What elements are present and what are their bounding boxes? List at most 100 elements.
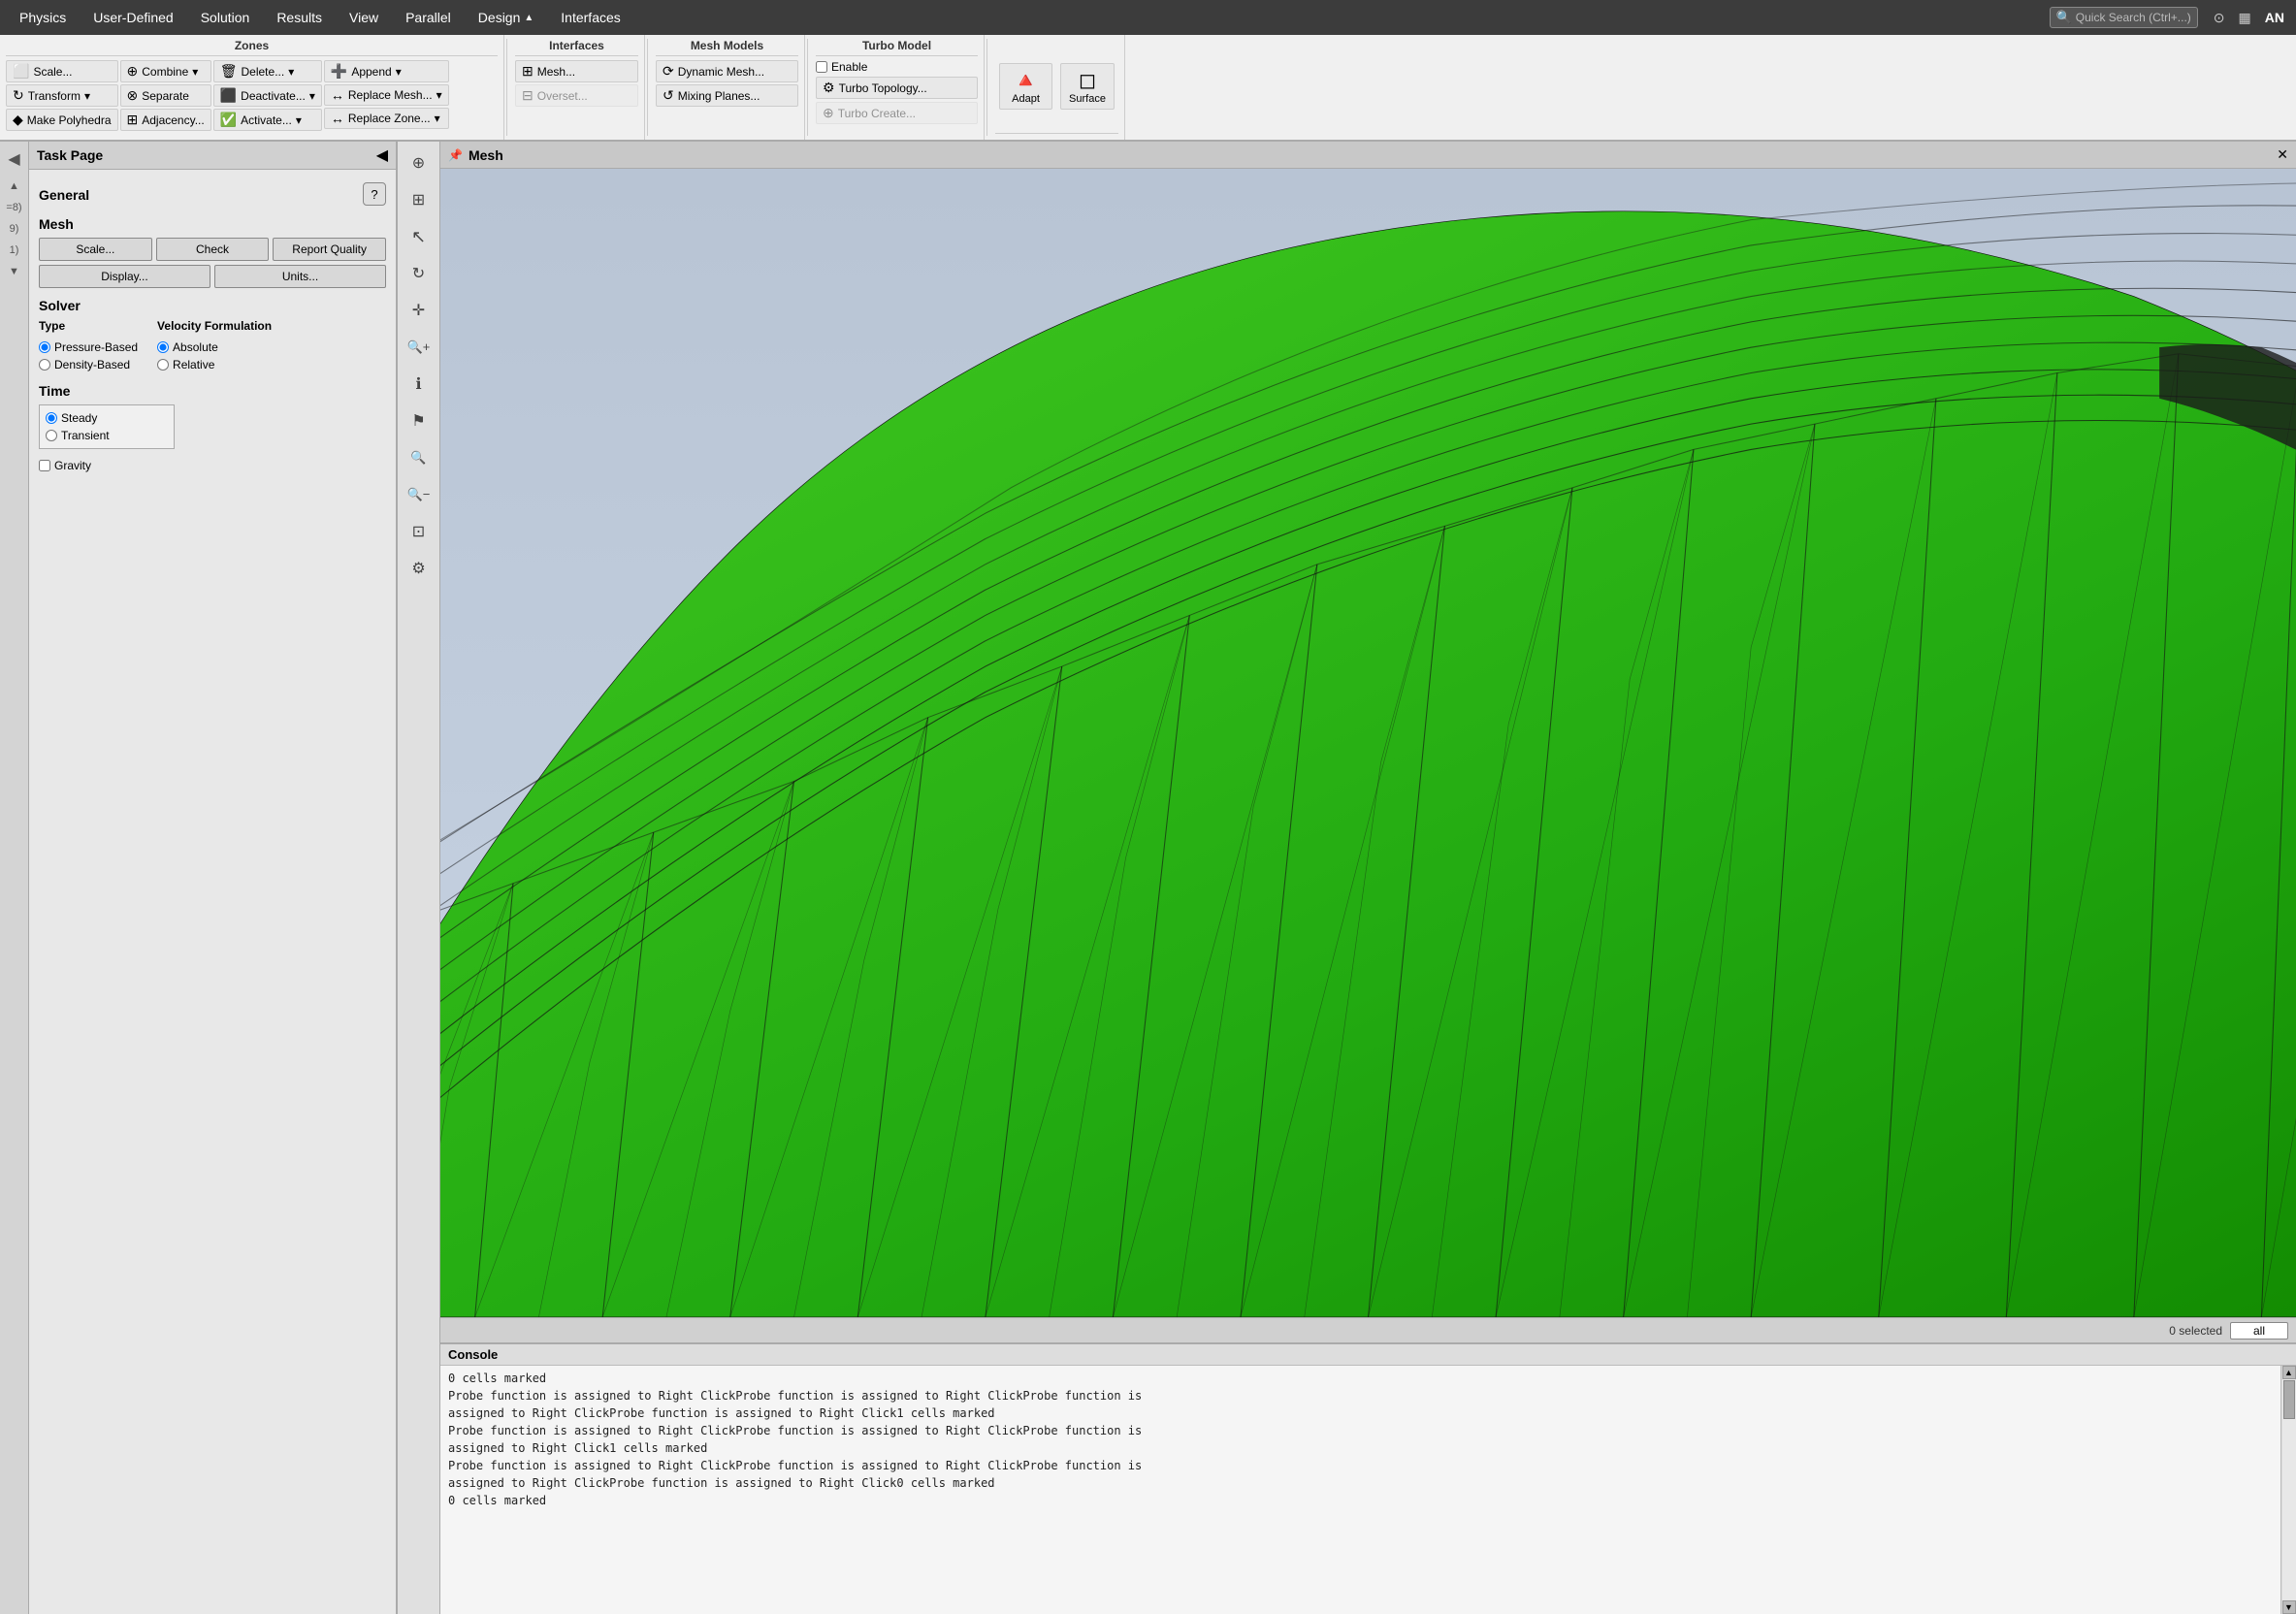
report-quality-button[interactable]: Report Quality <box>273 238 386 261</box>
absolute-option[interactable]: Absolute <box>157 340 272 354</box>
separate-button[interactable]: ⊗ Separate <box>120 84 211 107</box>
scale-button[interactable]: ⬜ Scale... <box>6 60 118 82</box>
menu-parallel[interactable]: Parallel <box>394 6 463 29</box>
console-scroll-up[interactable]: ▲ <box>2282 1366 2296 1379</box>
console-scroll-down[interactable]: ▼ <box>2282 1600 2296 1614</box>
units-button[interactable]: Units... <box>214 265 386 288</box>
turbo-topology-button[interactable]: ⚙ Turbo Topology... <box>816 77 978 99</box>
absolute-radio[interactable] <box>157 341 169 353</box>
ribbon-group-interfaces: Interfaces ⊞ Mesh... ⊟ Overset... <box>509 35 645 140</box>
fit-toolbar-btn[interactable]: 🔍 <box>402 440 437 475</box>
general-title: General <box>39 187 89 203</box>
task-panel-close-arrow[interactable]: ◀ <box>376 145 388 165</box>
transform-arrow: ▾ <box>84 89 90 103</box>
turbo-enable-label[interactable]: Enable <box>816 60 978 74</box>
rotate-toolbar-btn[interactable]: ↻ <box>402 256 437 291</box>
scroll-up-btn[interactable]: ▲ <box>9 180 19 192</box>
zoom-in-toolbar-btn[interactable]: 🔍+ <box>402 330 437 365</box>
type-label: Type <box>39 319 138 333</box>
select-toolbar-btn[interactable]: ↖ <box>402 219 437 254</box>
mixing-planes-button[interactable]: ↺ Mixing Planes... <box>656 84 798 107</box>
relative-radio[interactable] <box>157 359 169 371</box>
console-body[interactable]: 0 cells marked Probe function is assigne… <box>440 1366 2280 1614</box>
dynamic-mesh-button[interactable]: ⟳ Dynamic Mesh... <box>656 60 798 82</box>
menu-design[interactable]: Design ▲ <box>467 6 546 29</box>
menu-results[interactable]: Results <box>265 6 334 29</box>
menu-interfaces[interactable]: Interfaces <box>549 6 631 29</box>
zoom-box-toolbar-btn[interactable]: ⊡ <box>402 514 437 549</box>
fit-toolbar-icon: 🔍 <box>410 450 426 466</box>
pressure-based-option[interactable]: Pressure-Based <box>39 340 138 354</box>
combine-button[interactable]: ⊕ Combine ▾ <box>120 60 211 82</box>
mesh-toolbar-icon: ⊞ <box>412 190 425 210</box>
steady-option[interactable]: Steady <box>46 411 168 425</box>
polyhedra-icon: ◆ <box>13 112 23 128</box>
gravity-checkbox[interactable] <box>39 460 50 471</box>
zoom-out-toolbar-btn[interactable]: 🔍− <box>402 477 437 512</box>
zones-toolbar-btn[interactable]: ⊕ <box>402 145 437 180</box>
replace-zone-button[interactable]: ↔ Replace Zone... ▾ <box>324 108 449 129</box>
zones-col2: ⊕ Combine ▾ ⊗ Separate ⊞ Adjacency... <box>120 60 211 131</box>
console-scrollbar: ▲ ▼ <box>2280 1366 2296 1614</box>
top-collapse-arrow[interactable]: ◀ <box>8 149 19 169</box>
mesh-buttons-row1: Scale... Check Report Quality <box>39 238 386 261</box>
relative-option[interactable]: Relative <box>157 358 272 371</box>
transient-option[interactable]: Transient <box>46 429 168 442</box>
help-button[interactable]: ? <box>363 182 386 206</box>
console-line-5: Probe function is assigned to Right Clic… <box>448 1457 2273 1474</box>
info-toolbar-btn[interactable]: ℹ <box>402 367 437 402</box>
scale-mesh-button[interactable]: Scale... <box>39 238 152 261</box>
display-button[interactable]: Display... <box>39 265 210 288</box>
scroll-down-btn[interactable]: ▼ <box>9 266 19 277</box>
surface-label: Surface <box>1069 93 1106 105</box>
transient-radio[interactable] <box>46 430 57 441</box>
gravity-option[interactable]: Gravity <box>39 459 386 472</box>
ribbon-sep-1 <box>506 39 507 136</box>
task-panel-title: Task Page <box>37 147 103 163</box>
turbo-group-title: Turbo Model <box>816 39 978 56</box>
activate-button[interactable]: ✅ Activate... ▾ <box>213 109 322 131</box>
density-based-option[interactable]: Density-Based <box>39 358 138 371</box>
menu-solution[interactable]: Solution <box>189 6 262 29</box>
separate-icon: ⊗ <box>127 87 139 104</box>
pressure-based-radio[interactable] <box>39 341 50 353</box>
menu-physics[interactable]: Physics <box>8 6 78 29</box>
viewport-canvas[interactable] <box>440 169 2296 1317</box>
check-button[interactable]: Check <box>156 238 270 261</box>
console-line-1: Probe function is assigned to Right Clic… <box>448 1387 2273 1404</box>
flag-toolbar-btn[interactable]: ⚑ <box>402 404 437 438</box>
append-button[interactable]: ➕ Append ▾ <box>324 60 449 82</box>
menu-icon-buttons: ⊙ ▦ AN <box>2210 8 2288 28</box>
ribbon-group-zones: Zones ⬜ Scale... ↻ Transform ▾ ◆ Make Po… <box>0 35 504 140</box>
reset-toolbar-btn[interactable]: ⚙ <box>402 551 437 586</box>
quick-search[interactable]: 🔍 Quick Search (Ctrl+...) <box>2050 7 2198 28</box>
adapt-button[interactable]: 🔺 Adapt <box>999 63 1052 110</box>
deactivate-button[interactable]: ⬛ Deactivate... ▾ <box>213 84 322 107</box>
density-based-radio[interactable] <box>39 359 50 371</box>
search-placeholder: Quick Search (Ctrl+...) <box>2076 11 2191 24</box>
turbo-create-icon: ⊕ <box>823 105 834 121</box>
turbo-enable-checkbox[interactable] <box>816 61 827 73</box>
mesh-toolbar-btn[interactable]: ⊞ <box>402 182 437 217</box>
grid-view-icon[interactable]: ▦ <box>2235 8 2255 28</box>
mesh-interfaces-button[interactable]: ⊞ Mesh... <box>515 60 638 82</box>
vertical-toolbar: ⊕ ⊞ ↖ ↻ ✛ 🔍+ ℹ ⚑ 🔍 🔍− ⊡ <box>398 142 440 1614</box>
adjacency-button[interactable]: ⊞ Adjacency... <box>120 109 211 131</box>
console-scroll-thumb[interactable] <box>2283 1380 2295 1419</box>
overset-icon: ⊟ <box>522 87 534 104</box>
circle-icon[interactable]: ⊙ <box>2210 8 2229 28</box>
translate-toolbar-btn[interactable]: ✛ <box>402 293 437 328</box>
viewport-header: 📌 Mesh ✕ <box>440 142 2296 169</box>
viewport-close-button[interactable]: ✕ <box>2277 146 2288 163</box>
left-panel-strip: ◀ ▲ =8) 9) 1) ▼ <box>0 142 29 1614</box>
menu-view[interactable]: View <box>338 6 390 29</box>
make-polyhedra-button[interactable]: ◆ Make Polyhedra <box>6 109 118 131</box>
transform-button[interactable]: ↻ Transform ▾ <box>6 84 118 107</box>
selection-input[interactable] <box>2230 1322 2288 1340</box>
surface-button[interactable]: ◻ Surface <box>1060 63 1115 110</box>
viewport-pin-icon[interactable]: 📌 <box>448 148 463 162</box>
delete-button[interactable]: 🗑 Delete... ▾ <box>213 60 322 82</box>
steady-radio[interactable] <box>46 412 57 424</box>
replace-mesh-button[interactable]: ↔ Replace Mesh... ▾ <box>324 84 449 106</box>
menu-user-defined[interactable]: User-Defined <box>81 6 184 29</box>
